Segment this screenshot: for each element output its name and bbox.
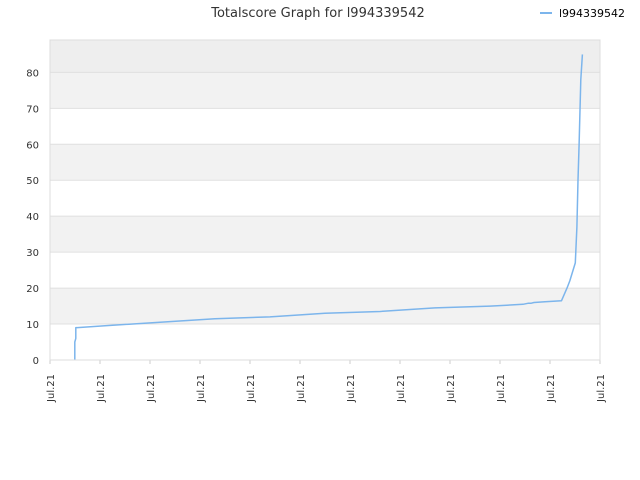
y-tick-label: 20	[26, 284, 39, 295]
x-tick-label: Jul.21	[196, 374, 207, 403]
y-tick-label: 40	[26, 212, 39, 223]
x-tick-label: Jul.21	[496, 374, 507, 403]
y-tick-label: 70	[26, 104, 39, 115]
plot-background-bands	[50, 40, 600, 360]
x-tick-label: Jul.21	[446, 374, 457, 403]
y-tick-label: 10	[26, 320, 39, 331]
x-tick-label: Jul.21	[546, 374, 557, 403]
x-axis-tick-labels: Jul.21 Jul.21 Jul.21 Jul.21 Jul.21 Jul.21 Jul.…	[46, 360, 607, 403]
y-tick-label: 50	[26, 176, 39, 187]
totalscore-chart: Totalscore Graph for l994339542 l9943395…	[26, 6, 625, 403]
x-tick-label: Jul.21	[396, 374, 407, 403]
x-tick-label: Jul.21	[96, 374, 107, 403]
legend[interactable]: l994339542	[540, 7, 625, 20]
y-tick-label: 60	[26, 140, 39, 151]
plot-band	[50, 40, 600, 73]
x-tick-label: Jul.21	[296, 374, 307, 403]
plot-band	[50, 216, 600, 253]
x-tick-label: Jul.21	[346, 374, 357, 403]
x-tick-label: Jul.21	[246, 374, 257, 403]
y-tick-label: 30	[26, 248, 39, 259]
y-tick-label: 0	[33, 356, 39, 367]
legend-series-label: l994339542	[559, 7, 625, 20]
plot-band	[50, 324, 600, 360]
y-axis-tick-labels: 0 10 20 30 40 50 60 70 80	[26, 68, 39, 367]
y-tick-label: 80	[26, 68, 39, 79]
x-tick-label: Jul.21	[146, 374, 157, 403]
plot-band	[50, 252, 600, 289]
x-tick-label: Jul.21	[46, 374, 57, 403]
plot-band	[50, 72, 600, 109]
plot-band	[50, 180, 600, 217]
plot-band	[50, 108, 600, 145]
plot-band	[50, 144, 600, 181]
x-tick-label: Jul.21	[596, 374, 607, 403]
chart-title: Totalscore Graph for l994339542	[210, 6, 425, 21]
plot-band	[50, 288, 600, 325]
